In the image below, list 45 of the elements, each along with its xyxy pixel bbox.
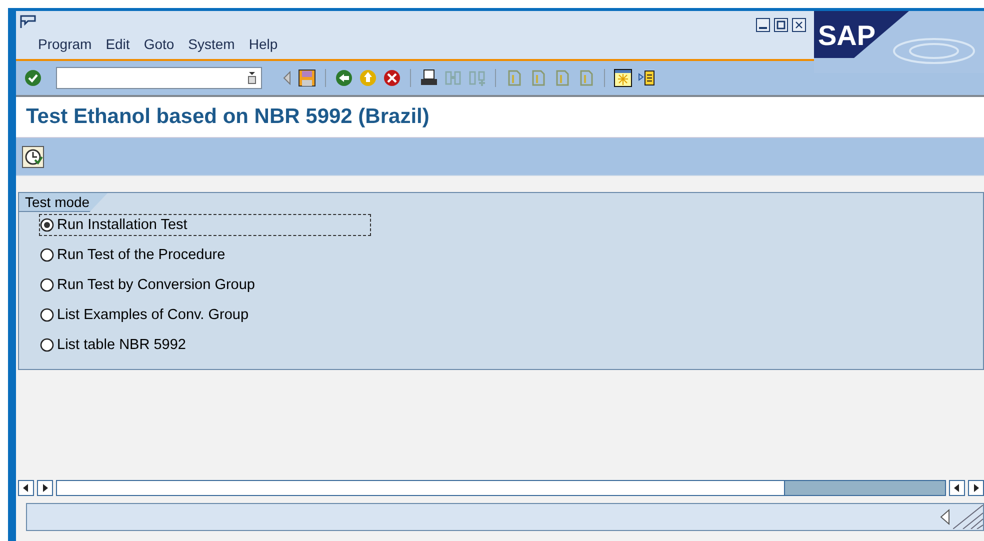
screen-title: Test Ethanol based on NBR 5992 (Brazil)	[26, 105, 430, 129]
menu-item[interactable]: Goto	[144, 36, 174, 52]
print-icon[interactable]	[420, 69, 438, 87]
dropdown-icon[interactable]	[247, 72, 257, 84]
menu-icon[interactable]	[20, 15, 36, 29]
minimize-icon[interactable]	[756, 18, 770, 32]
radio-option[interactable]: List Examples of Conv. Group	[39, 304, 371, 326]
menu-item[interactable]: Program	[38, 36, 92, 52]
menu-item[interactable]: Edit	[106, 36, 130, 52]
close-icon[interactable]	[792, 18, 806, 32]
radio-button[interactable]	[40, 278, 54, 292]
layout-icon[interactable]	[614, 69, 632, 87]
radio-button[interactable]	[40, 218, 54, 232]
triangle-left-icon[interactable]	[939, 509, 951, 525]
radio-button[interactable]	[40, 248, 54, 262]
option-label: Run Test of the Procedure	[57, 247, 226, 263]
radio-button[interactable]	[40, 308, 54, 322]
menu-item[interactable]: Help	[248, 36, 278, 52]
cancel-icon[interactable]	[383, 69, 401, 87]
maximize-icon[interactable]	[774, 18, 788, 32]
save-icon[interactable]	[298, 69, 316, 87]
radio-option[interactable]: Run Test of the Procedure	[39, 244, 371, 266]
radio-option[interactable]: Run Test by Conversion Group	[39, 274, 371, 296]
menu-item[interactable]: System	[188, 36, 235, 52]
option-label: List table NBR 5992	[57, 337, 186, 353]
scroll-right-icon[interactable]	[37, 480, 53, 496]
scrollbar-track[interactable]	[56, 480, 946, 496]
logo-text: SAP	[818, 20, 876, 51]
enter-icon[interactable]	[24, 69, 42, 87]
back-icon[interactable]	[335, 69, 353, 87]
clock-execute-icon[interactable]	[22, 146, 44, 168]
command-field[interactable]	[56, 67, 262, 89]
option-label: List Examples of Conv. Group	[57, 307, 249, 323]
radio-button[interactable]	[40, 338, 54, 352]
scroll-left-icon[interactable]	[18, 480, 34, 496]
list-icon[interactable]	[638, 69, 656, 87]
radio-option[interactable]: Run Installation Test	[39, 214, 371, 236]
option-label: Run Installation Test	[57, 217, 188, 233]
radio-option[interactable]: List table NBR 5992	[39, 334, 371, 356]
resize-grip-icon[interactable]	[953, 505, 983, 529]
scrollbar-thumb[interactable]	[784, 481, 945, 495]
option-label: Run Test by Conversion Group	[57, 277, 256, 293]
scroll-right-icon[interactable]	[968, 480, 984, 496]
group-title: Test mode	[19, 193, 108, 212]
scroll-left-icon[interactable]	[949, 480, 965, 496]
